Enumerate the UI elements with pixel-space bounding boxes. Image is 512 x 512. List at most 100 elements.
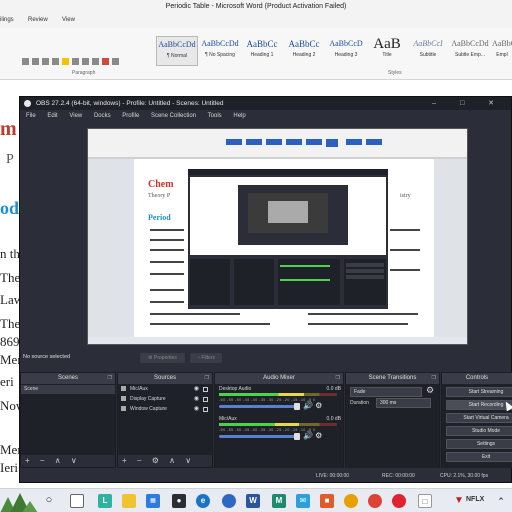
pdf-icon[interactable]: ■ [320, 494, 334, 508]
scene-transitions-title: Scene Transitions ❐ [346, 373, 439, 384]
chrome-alt-icon[interactable] [222, 494, 236, 508]
source-toolbar: No source selected ⚙ Properties ◔ Filter… [20, 351, 511, 365]
start-streaming-button[interactable]: Start Streaming [446, 387, 512, 397]
obs-title-bar[interactable]: OBS 27.2.4 (64-bit, windows) - Profile: … [20, 97, 511, 110]
properties-button[interactable]: ⚙ Properties [140, 353, 185, 363]
exit-button[interactable]: Exit [446, 452, 512, 462]
menu-docks[interactable]: Docks [94, 113, 111, 119]
style-subtle-emphasis[interactable]: AaBbCcDd Subtle Emp... [449, 36, 491, 66]
stock-ticker[interactable]: NFLX [466, 496, 484, 503]
start-virtual-camera-button[interactable]: Start Virtual Camera [446, 413, 512, 423]
visibility-eye-icon[interactable]: ◉ [194, 395, 199, 404]
learning-app-icon[interactable]: L [98, 494, 112, 508]
tab-mailings[interactable]: ilings [0, 17, 14, 23]
word-ribbon-tabs: ilings Review View [0, 14, 512, 28]
no-source-label: No source selected [23, 354, 71, 360]
controls-dock: Controls Start Streaming Start Recording… [441, 372, 512, 468]
visibility-eye-icon[interactable]: ◉ [194, 405, 199, 414]
scenes-toolbar[interactable]: + − ∧ ∨ [21, 455, 115, 467]
source-item-window-capture[interactable]: Window Capture ◉ [121, 405, 209, 414]
search-icon[interactable]: ○ [42, 494, 56, 508]
duration-label: Duration [350, 400, 369, 406]
menu-profile[interactable]: Profile [122, 113, 139, 119]
menu-tools[interactable]: Tools [208, 113, 222, 119]
obs-taskbar-icon[interactable]: ● [172, 494, 186, 508]
word-icon[interactable]: W [246, 494, 260, 508]
volume-slider[interactable] [219, 403, 300, 410]
edge-icon[interactable]: e [196, 494, 210, 508]
style-heading-1[interactable]: AaBbCc Heading 1 [241, 36, 283, 66]
channel-name: Desktop Audio [219, 386, 252, 392]
scenes-dock-title: Scenes ❐ [21, 373, 115, 384]
channel-controls[interactable]: 🔊 ⚙ [303, 401, 322, 410]
meter-level [219, 393, 304, 396]
source-item-mic-aux[interactable]: Mic/Aux ◉ [121, 385, 209, 394]
sources-toolbar[interactable]: + − ⚙ ∧ ∨ [118, 455, 212, 467]
dock-float-icon[interactable]: ❐ [205, 373, 209, 384]
stock-trend-icon: ▼ [454, 495, 464, 506]
app-icon-m[interactable]: M [272, 494, 286, 508]
word-title-bar: Periodic Table - Microsoft Word (Product… [0, 0, 512, 14]
taskbar-wallpaper-thumbnail [0, 493, 38, 512]
settings-button[interactable]: Settings [446, 439, 512, 449]
dock-float-icon[interactable]: ❐ [108, 373, 112, 384]
channel-db: 0.0 dB [326, 386, 341, 392]
dock-float-icon[interactable]: ❐ [432, 373, 436, 384]
group-styles-label: Styles [388, 70, 402, 76]
volume-slider[interactable] [219, 433, 300, 440]
chrome-profile-icon[interactable] [368, 494, 382, 508]
lock-icon[interactable] [203, 397, 208, 402]
style-emphasis[interactable]: AaBbCcDdEmpl [492, 36, 512, 66]
style-normal[interactable]: AaBbCcDd ¶ Normal [156, 36, 198, 66]
preview-doc-period: Period [148, 213, 171, 222]
scenes-list: Scene [21, 384, 115, 457]
audio-mixer-title: Audio Mixer ❐ [215, 373, 343, 384]
transition-select[interactable]: Fade [350, 387, 422, 397]
meter-level [219, 423, 300, 426]
menu-view[interactable]: View [69, 113, 82, 119]
window-icon [121, 406, 126, 412]
meter-ticks: -60 -55 -50 -45 -40 -35 -30 -25 -20 -15 … [219, 428, 316, 432]
source-item-display-capture[interactable]: Display Capture ◉ [121, 395, 209, 404]
scene-item[interactable]: Scene [21, 385, 115, 394]
lock-icon[interactable] [203, 407, 208, 412]
menu-edit[interactable]: Edit [47, 113, 57, 119]
window-controls[interactable]: – □ ✕ [432, 97, 505, 110]
style-heading-2[interactable]: AaBbCc Heading 2 [283, 36, 325, 66]
app-icon-box[interactable]: □ [418, 494, 432, 508]
transition-settings-icon[interactable]: ⚙ [426, 385, 434, 396]
tab-review[interactable]: Review [28, 17, 48, 23]
style-heading-3[interactable]: AaBbCcD Heading 3 [325, 36, 367, 66]
channel-controls[interactable]: 🔊 ⚙ [303, 431, 322, 440]
visibility-eye-icon[interactable]: ◉ [194, 385, 199, 394]
show-hidden-icons[interactable]: ⌃ [494, 494, 508, 508]
scene-transitions-dock: Scene Transitions ❐ Fade ⚙ Duration 300 m… [345, 372, 440, 468]
chrome-icon[interactable] [344, 494, 358, 508]
studio-mode-button[interactable]: Studio Mode [446, 426, 512, 436]
preview-capture-image [88, 129, 467, 344]
file-explorer-icon[interactable] [122, 494, 136, 508]
dock-float-icon[interactable]: ❐ [336, 373, 340, 384]
windows-store-icon[interactable]: ▦ [146, 494, 160, 508]
slider-knob[interactable] [294, 433, 300, 440]
filters-button[interactable]: ◔ Filters [190, 353, 222, 363]
style-subtitle[interactable]: AaBbCcI Subtitle [407, 36, 449, 66]
paragraph-tools[interactable] [22, 52, 132, 65]
style-no-spacing[interactable]: AaBbCcDd ¶ No Spacing [199, 36, 241, 66]
chrome-red-icon[interactable] [392, 494, 406, 508]
rec-status: REC: 00:00:00 [382, 473, 415, 479]
lock-icon[interactable] [203, 387, 208, 392]
mail-icon[interactable]: ✉ [296, 494, 310, 508]
tab-view[interactable]: View [62, 17, 75, 23]
preview-canvas[interactable]: Chem Theory P istry Period [87, 128, 468, 345]
menu-file[interactable]: File [26, 113, 36, 119]
channel-db: 0.0 dB [326, 416, 341, 422]
duration-input[interactable]: 300 ms [376, 398, 431, 408]
task-view-icon[interactable] [70, 494, 84, 508]
menu-scene-collection[interactable]: Scene Collection [151, 113, 196, 119]
slider-knob[interactable] [294, 403, 300, 410]
audio-mixer-dock: Audio Mixer ❐ Desktop Audio 0.0 dB -60 -5… [214, 372, 344, 468]
preview-doc-heading: Chem [148, 179, 174, 190]
menu-help[interactable]: Help [233, 113, 245, 119]
style-title[interactable]: AaB Title [366, 36, 408, 66]
